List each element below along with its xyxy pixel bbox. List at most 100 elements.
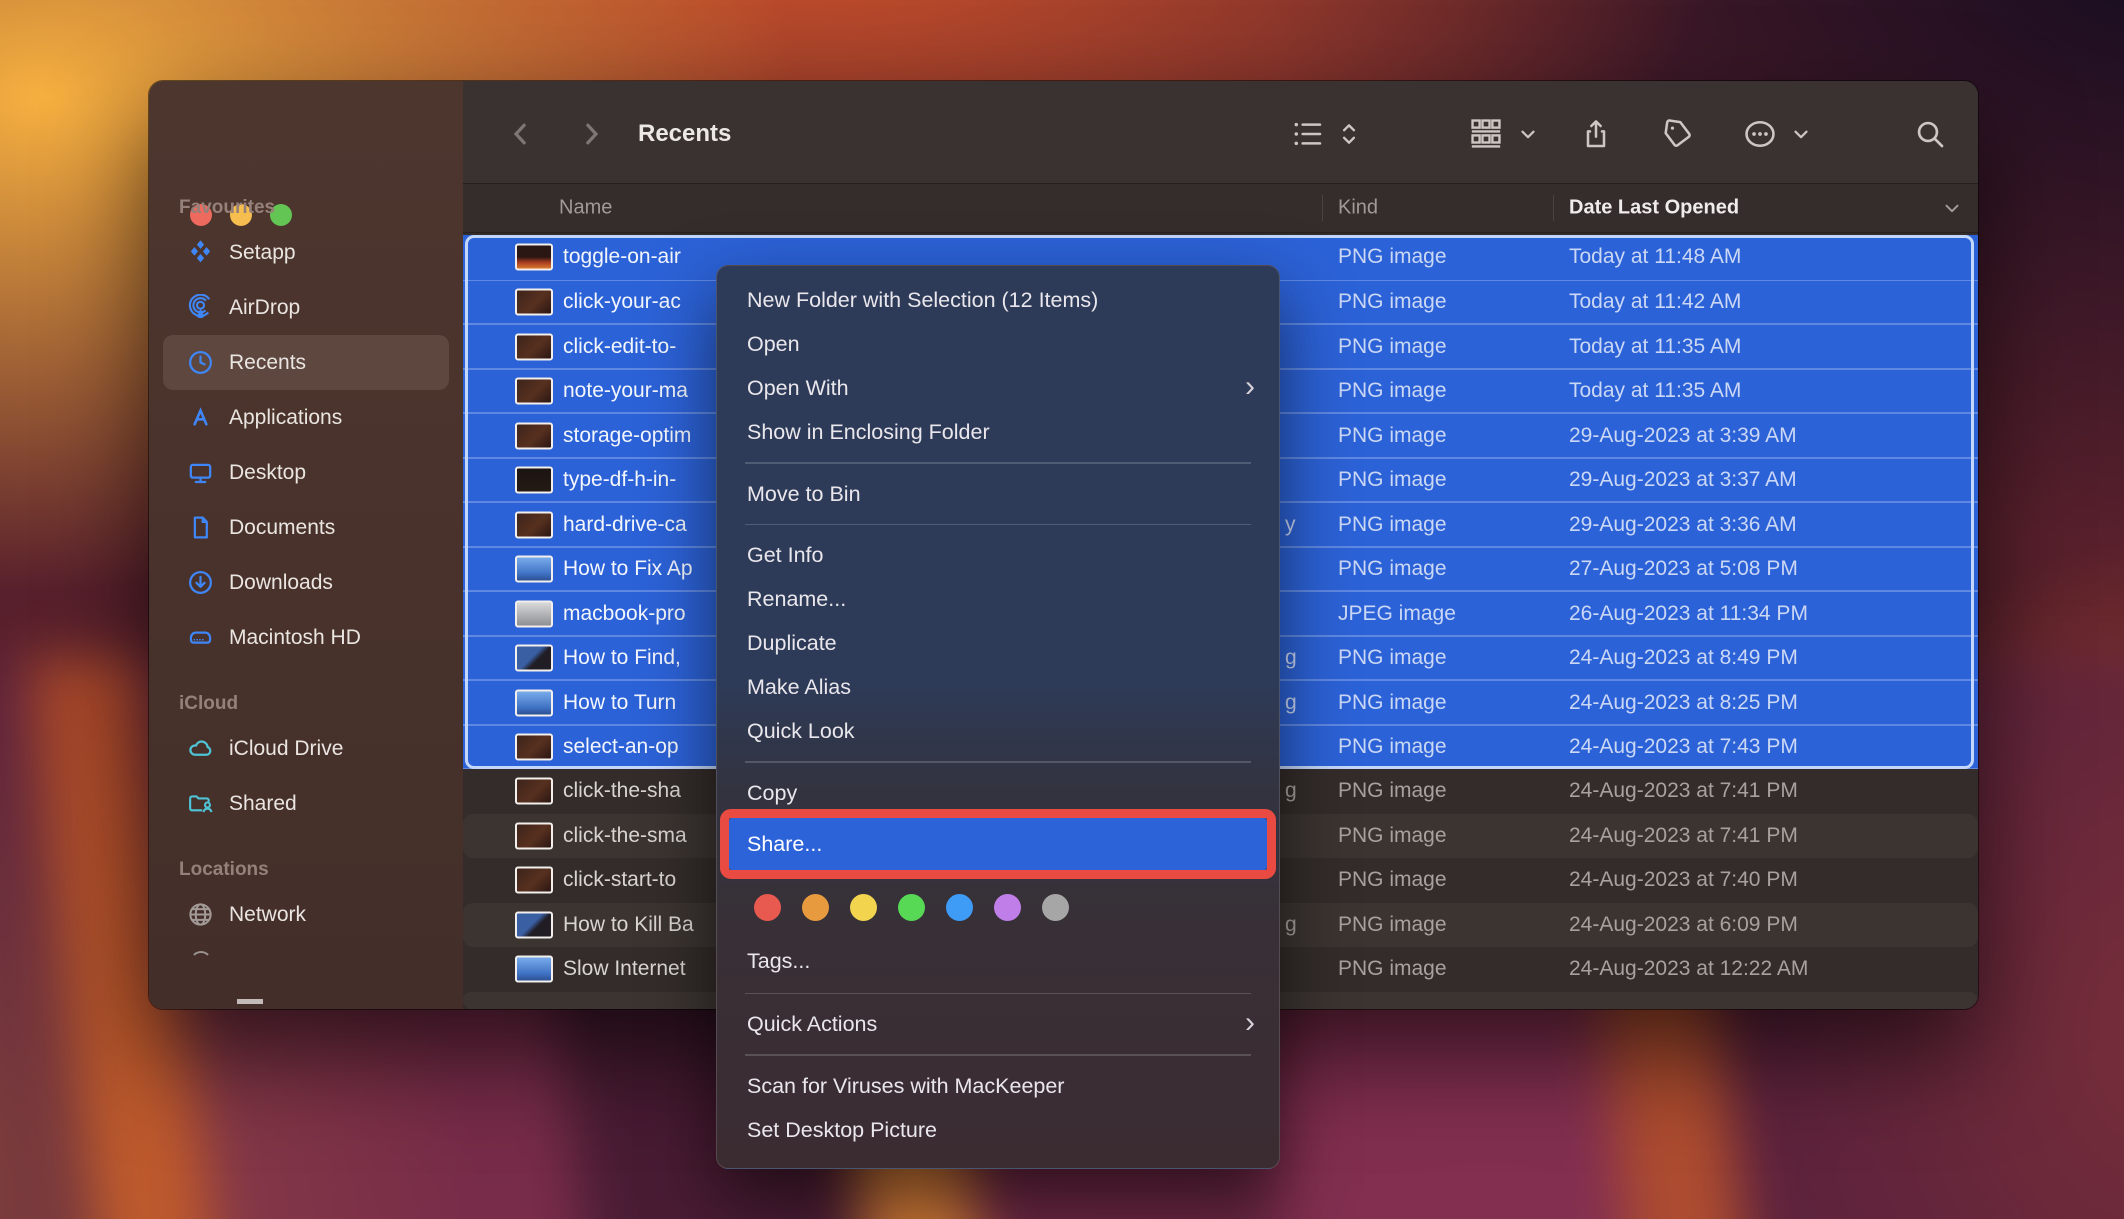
tag-orange-dot[interactable] bbox=[802, 894, 829, 921]
window-title: Recents bbox=[638, 120, 731, 148]
tag-red-dot[interactable] bbox=[754, 894, 781, 921]
file-thumbnail-icon bbox=[515, 467, 553, 494]
file-kind: JPEG image bbox=[1338, 602, 1456, 626]
menu-item-tags[interactable]: Tags... bbox=[717, 937, 1279, 985]
sidebar-item-applications[interactable]: Applications bbox=[163, 390, 449, 445]
share-icon[interactable] bbox=[1580, 118, 1612, 150]
sidebar-item-label: Setapp bbox=[229, 241, 296, 265]
file-name: type-df-h-in- bbox=[563, 468, 676, 492]
sort-updown-icon[interactable] bbox=[1336, 121, 1362, 147]
file-date: 29-Aug-2023 at 3:37 AM bbox=[1569, 468, 1797, 492]
column-header-kind[interactable]: Kind bbox=[1338, 197, 1378, 220]
menu-item-make-alias[interactable]: Make Alias bbox=[717, 665, 1279, 709]
sidebar-item-network[interactable]: Network bbox=[163, 887, 449, 942]
file-kind: PNG image bbox=[1338, 379, 1447, 403]
menu-item-share[interactable]: Share... bbox=[729, 818, 1267, 870]
group-chevron-down-icon[interactable] bbox=[1517, 123, 1539, 145]
file-thumbnail-icon bbox=[515, 911, 553, 938]
menu-item-move-to-bin[interactable]: Move to Bin bbox=[717, 472, 1279, 516]
sidebar-item-setapp[interactable]: Setapp bbox=[163, 225, 449, 280]
submenu-chevron-icon: › bbox=[1245, 1001, 1255, 1045]
tag-icon[interactable] bbox=[1661, 118, 1693, 150]
tag-purple-dot[interactable] bbox=[994, 894, 1021, 921]
file-thumbnail-icon bbox=[515, 778, 553, 805]
file-name-tail: g bbox=[1285, 779, 1297, 803]
download-circle-icon bbox=[187, 569, 214, 596]
tag-color-row bbox=[717, 879, 1279, 937]
sidebar-item-recents[interactable]: Recents bbox=[163, 335, 449, 390]
column-header-name[interactable]: Name bbox=[559, 197, 612, 220]
sidebar-item-label: Downloads bbox=[229, 571, 333, 595]
file-name: select-an-op bbox=[563, 735, 679, 759]
menu-item-open-with[interactable]: Open With › bbox=[717, 366, 1279, 410]
menu-item-copy[interactable]: Copy bbox=[717, 771, 1279, 815]
menu-item-get-info[interactable]: Get Info bbox=[717, 533, 1279, 577]
file-name: click-your-ac bbox=[563, 290, 681, 314]
sidebar-item-documents[interactable]: Documents bbox=[163, 500, 449, 555]
file-kind: PNG image bbox=[1338, 335, 1447, 359]
file-kind: PNG image bbox=[1338, 245, 1447, 269]
tag-yellow-dot[interactable] bbox=[850, 894, 877, 921]
menu-item-rename[interactable]: Rename... bbox=[717, 577, 1279, 621]
tag-blue-dot[interactable] bbox=[946, 894, 973, 921]
group-view-icon[interactable] bbox=[1469, 117, 1503, 151]
file-name-tail: g bbox=[1285, 646, 1297, 670]
file-kind: PNG image bbox=[1338, 646, 1447, 670]
file-date: 26-Aug-2023 at 11:34 PM bbox=[1569, 602, 1808, 626]
more-ellipsis-icon[interactable] bbox=[1743, 117, 1777, 151]
annotation-highlight-box: Share... bbox=[720, 809, 1276, 879]
sidebar: Favourites Setapp bbox=[149, 81, 463, 1009]
menu-item-label: Open With bbox=[747, 376, 849, 400]
menu-separator bbox=[745, 993, 1251, 995]
file-kind: PNG image bbox=[1338, 779, 1447, 803]
menu-item-new-folder-with-selection[interactable]: New Folder with Selection (12 Items) bbox=[717, 278, 1279, 322]
file-kind: PNG image bbox=[1338, 957, 1447, 981]
file-date: 24-Aug-2023 at 7:41 PM bbox=[1569, 779, 1798, 803]
sidebar-item-airdrop[interactable]: AirDrop bbox=[163, 280, 449, 335]
menu-item-show-in-enclosing-folder[interactable]: Show in Enclosing Folder bbox=[717, 410, 1279, 454]
file-thumbnail-icon bbox=[515, 556, 553, 583]
tag-green-dot[interactable] bbox=[898, 894, 925, 921]
airdrop-radar-icon bbox=[187, 294, 214, 321]
sidebar-item-macintosh-hd[interactable]: Macintosh HD bbox=[163, 610, 449, 665]
clock-icon bbox=[187, 349, 214, 376]
file-name: macbook-pro bbox=[563, 602, 686, 626]
globe-icon bbox=[187, 901, 214, 928]
file-thumbnail-icon bbox=[515, 645, 553, 672]
more-chevron-down-icon[interactable] bbox=[1790, 123, 1812, 145]
column-divider[interactable] bbox=[1553, 195, 1554, 221]
sort-direction-chevron-icon[interactable] bbox=[1941, 197, 1963, 219]
menu-item-scan-for-viruses[interactable]: Scan for Viruses with MacKeeper bbox=[717, 1064, 1279, 1108]
file-date: 24-Aug-2023 at 8:49 PM bbox=[1569, 646, 1798, 670]
search-icon[interactable] bbox=[1914, 118, 1946, 150]
column-header-date-last-opened[interactable]: Date Last Opened bbox=[1569, 197, 1739, 220]
sidebar-item-desktop[interactable]: Desktop bbox=[163, 445, 449, 500]
file-name: How to Turn bbox=[563, 691, 676, 715]
sidebar-section-locations: Locations bbox=[179, 853, 463, 887]
file-date: 24-Aug-2023 at 7:43 PM bbox=[1569, 735, 1798, 759]
forward-chevron-icon[interactable] bbox=[576, 119, 606, 149]
tag-grey-dot[interactable] bbox=[1042, 894, 1069, 921]
menu-separator bbox=[745, 1054, 1251, 1056]
menu-item-quick-look[interactable]: Quick Look bbox=[717, 709, 1279, 753]
file-thumbnail-icon bbox=[515, 734, 553, 761]
sidebar-item-label: Recents bbox=[229, 351, 306, 375]
file-thumbnail-icon bbox=[515, 956, 553, 983]
file-name: hard-drive-ca bbox=[563, 513, 687, 537]
sidebar-item-icloud-drive[interactable]: iCloud Drive bbox=[163, 721, 449, 776]
file-date: 24-Aug-2023 at 12:22 AM bbox=[1569, 957, 1808, 981]
app-store-a-icon bbox=[187, 404, 214, 431]
sidebar-item-shared[interactable]: Shared bbox=[163, 776, 449, 831]
sidebar-item-label: Documents bbox=[229, 516, 335, 540]
sidebar-item-downloads[interactable]: Downloads bbox=[163, 555, 449, 610]
file-name: Slow Internet bbox=[563, 957, 686, 981]
sidebar-section-icloud: iCloud bbox=[179, 687, 463, 721]
menu-item-set-desktop-picture[interactable]: Set Desktop Picture bbox=[717, 1108, 1279, 1152]
menu-item-quick-actions[interactable]: Quick Actions › bbox=[717, 1002, 1279, 1046]
menu-item-duplicate[interactable]: Duplicate bbox=[717, 621, 1279, 665]
file-name-tail: g bbox=[1285, 913, 1297, 937]
list-view-icon[interactable] bbox=[1292, 118, 1324, 150]
menu-item-open[interactable]: Open bbox=[717, 322, 1279, 366]
column-divider[interactable] bbox=[1322, 195, 1323, 221]
back-chevron-icon[interactable] bbox=[506, 119, 536, 149]
